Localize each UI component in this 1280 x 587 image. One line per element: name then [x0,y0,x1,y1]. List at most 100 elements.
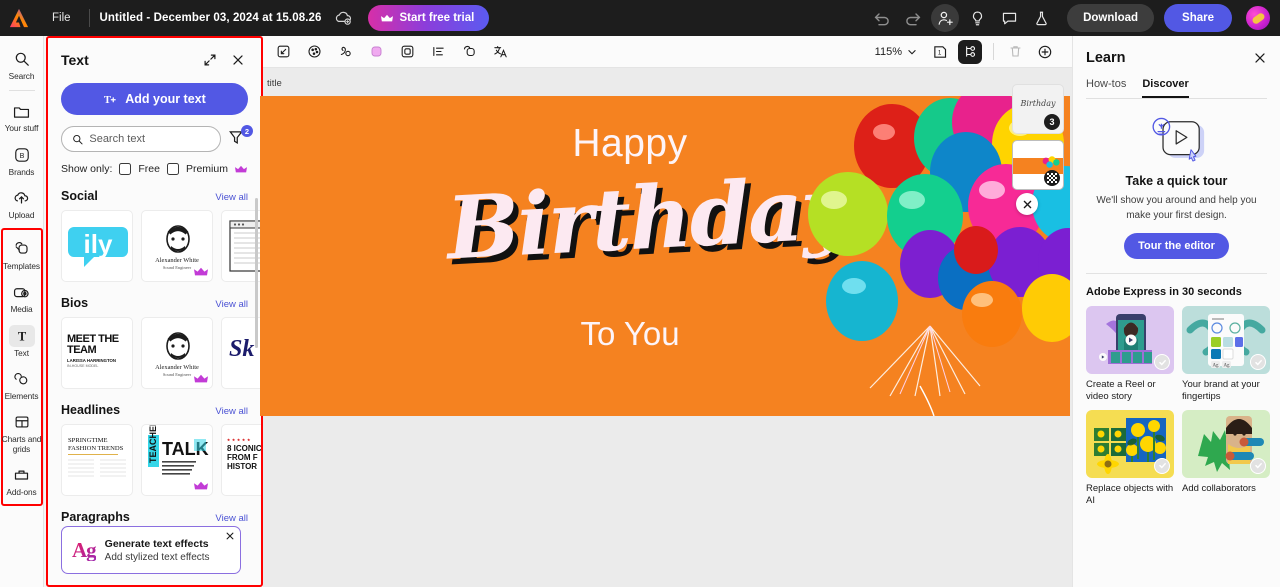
sidebar-item-add-ons[interactable]: Add-ons [0,458,44,501]
avatar[interactable] [1246,6,1270,30]
teacher-talk-template[interactable]: TEACHER TALK [141,424,213,496]
check-circle-icon [1154,457,1170,474]
springtime-fashion-trends-template[interactable]: SPRINGTIME FASHION TRENDS [61,424,133,496]
svg-text:TEACHER: TEACHER [148,425,158,463]
group-layers-icon[interactable] [457,40,481,64]
comment-icon[interactable] [995,4,1023,32]
trash-icon[interactable] [1003,40,1027,64]
section-header-social: Social View all [61,189,248,203]
alexander-white-bio-template[interactable]: Alexander White Sound Engineer [141,317,213,389]
page-title[interactable]: title [267,78,282,89]
resize-icon[interactable] [271,40,295,64]
design-artboard[interactable]: Happy Birthday To You [260,96,1070,416]
premium-label[interactable]: Premium [186,163,228,175]
svg-text:ily: ily [84,229,113,259]
undo-icon[interactable] [867,4,895,32]
filter-button[interactable]: 2 [228,125,253,150]
meet-the-team-template[interactable]: MEET THE TEAM LARISSA HARRINGTON IN-HOUS… [61,317,133,389]
close-icon[interactable] [1016,193,1038,215]
addons-icon [9,464,35,486]
document-title[interactable]: Untitled - December 03, 2024 at 15.08.26 [100,12,322,24]
panel-title: Text [61,52,89,68]
sidebar-item-templates[interactable]: Templates [0,232,44,275]
download-button[interactable]: Download [1067,4,1155,32]
add-person-icon[interactable] [931,4,960,32]
ily-speech-bubble-template[interactable]: ily [61,210,133,282]
sidebar-item-charts-and-grids[interactable]: Charts and grids [0,405,44,458]
expand-diagonal-icon[interactable] [200,50,220,70]
frame-icon[interactable] [395,40,419,64]
shape-fill-icon[interactable] [364,40,388,64]
sidebar-item-elements[interactable]: Elements [0,362,44,405]
tour-the-editor-button[interactable]: Tour the editor [1124,233,1229,259]
close-icon[interactable] [1253,51,1267,65]
sidebar-item-your-stuff[interactable]: Your stuff [0,94,44,137]
theme-palette-icon[interactable] [302,40,326,64]
thumb-line3: LARISSA HARRINGTON [67,358,116,363]
file-menu[interactable]: File [44,9,79,27]
zoom-level[interactable]: 115% [875,46,902,58]
flask-icon[interactable] [1027,4,1055,32]
sidebar-item-search[interactable]: Search [0,42,44,85]
divider [1086,273,1267,274]
start-free-trial-button[interactable]: Start free trial [367,5,490,31]
search-input[interactable] [89,133,210,145]
elements-shapes-icon [9,368,35,390]
iconic-from-history-template[interactable]: ★ ★ ★ ★ ★ 8 ICONIC FROM F HISTOR [221,424,261,496]
redo-icon[interactable] [899,4,927,32]
view-all-paragraphs[interactable]: View all [215,513,248,524]
search-icon [9,48,35,70]
thumb-line1: Alexander White [155,257,199,264]
tab-discover[interactable]: Discover [1142,78,1189,98]
close-icon[interactable] [225,531,235,541]
chevron-down-icon[interactable] [906,46,918,58]
charts-grid-icon [9,411,35,433]
sidebar-item-media[interactable]: Media [0,275,44,318]
search-input-wrapper[interactable] [61,126,221,152]
card-replace-objects[interactable]: Replace objects with AI [1086,409,1174,508]
alexander-white-bio-template[interactable]: Alexander White Sound Engineer [141,210,213,282]
lightbulb-icon[interactable] [963,4,991,32]
canvas-toolbar: 115% 1 [263,36,1072,68]
add-circle-icon[interactable] [1033,40,1057,64]
panel-scrollbar[interactable] [255,198,258,348]
crown-icon [234,165,247,172]
page-thumb-2[interactable] [1012,140,1064,190]
generate-text-effects-promo[interactable]: Ag Generate text effects Add stylized te… [61,526,241,574]
sidebar-label: Brands [8,166,35,177]
card-your-brand[interactable]: Ag Ag Your brand at your fingertips [1182,306,1270,404]
align-list-icon[interactable] [426,40,450,64]
learn-title: Learn [1086,50,1126,66]
adobe-express-logo[interactable] [8,8,30,28]
animation-icon[interactable] [333,40,357,64]
view-all-bios[interactable]: View all [215,299,248,310]
share-button[interactable]: Share [1164,4,1232,32]
thumb-line2: TEAM [67,344,97,356]
layers-icon[interactable] [958,39,982,64]
page-thumb-1[interactable]: Birthday 3 [1012,84,1064,134]
section-header-headlines: Headlines View all [61,403,248,417]
view-all-headlines[interactable]: View all [215,406,248,417]
page-one-icon[interactable]: 1 [928,40,952,64]
card-label: Your brand at your fingertips [1182,379,1260,403]
svg-text:B: B [19,152,24,160]
sidebar-item-brands[interactable]: B Brands [0,138,44,181]
sidebar-item-upload[interactable]: Upload [0,181,44,224]
thumb-line2: FASHION TRENDS [68,445,124,452]
search-icon [73,134,83,144]
free-label[interactable]: Free [138,163,160,175]
free-checkbox[interactable] [119,163,132,175]
sidebar-label: Text [14,347,29,358]
card-create-reel[interactable]: Create a Reel or video story [1086,306,1174,404]
card-add-collaborators[interactable]: Add collaborators [1182,409,1270,508]
sidebar-label: Elements [4,390,39,401]
add-your-text-button[interactable]: T Add your text [61,83,248,115]
sidebar-item-text[interactable]: T Text [0,319,44,362]
close-icon[interactable] [228,50,248,70]
discover-card-grid: Create a Reel or video story Ag Ag Your … [1086,306,1270,508]
translate-icon[interactable] [488,40,512,64]
tab-how-tos[interactable]: How-tos [1086,78,1126,98]
premium-checkbox[interactable] [166,163,179,175]
cloud-sync-icon[interactable] [334,9,354,27]
view-all-social[interactable]: View all [215,192,248,203]
